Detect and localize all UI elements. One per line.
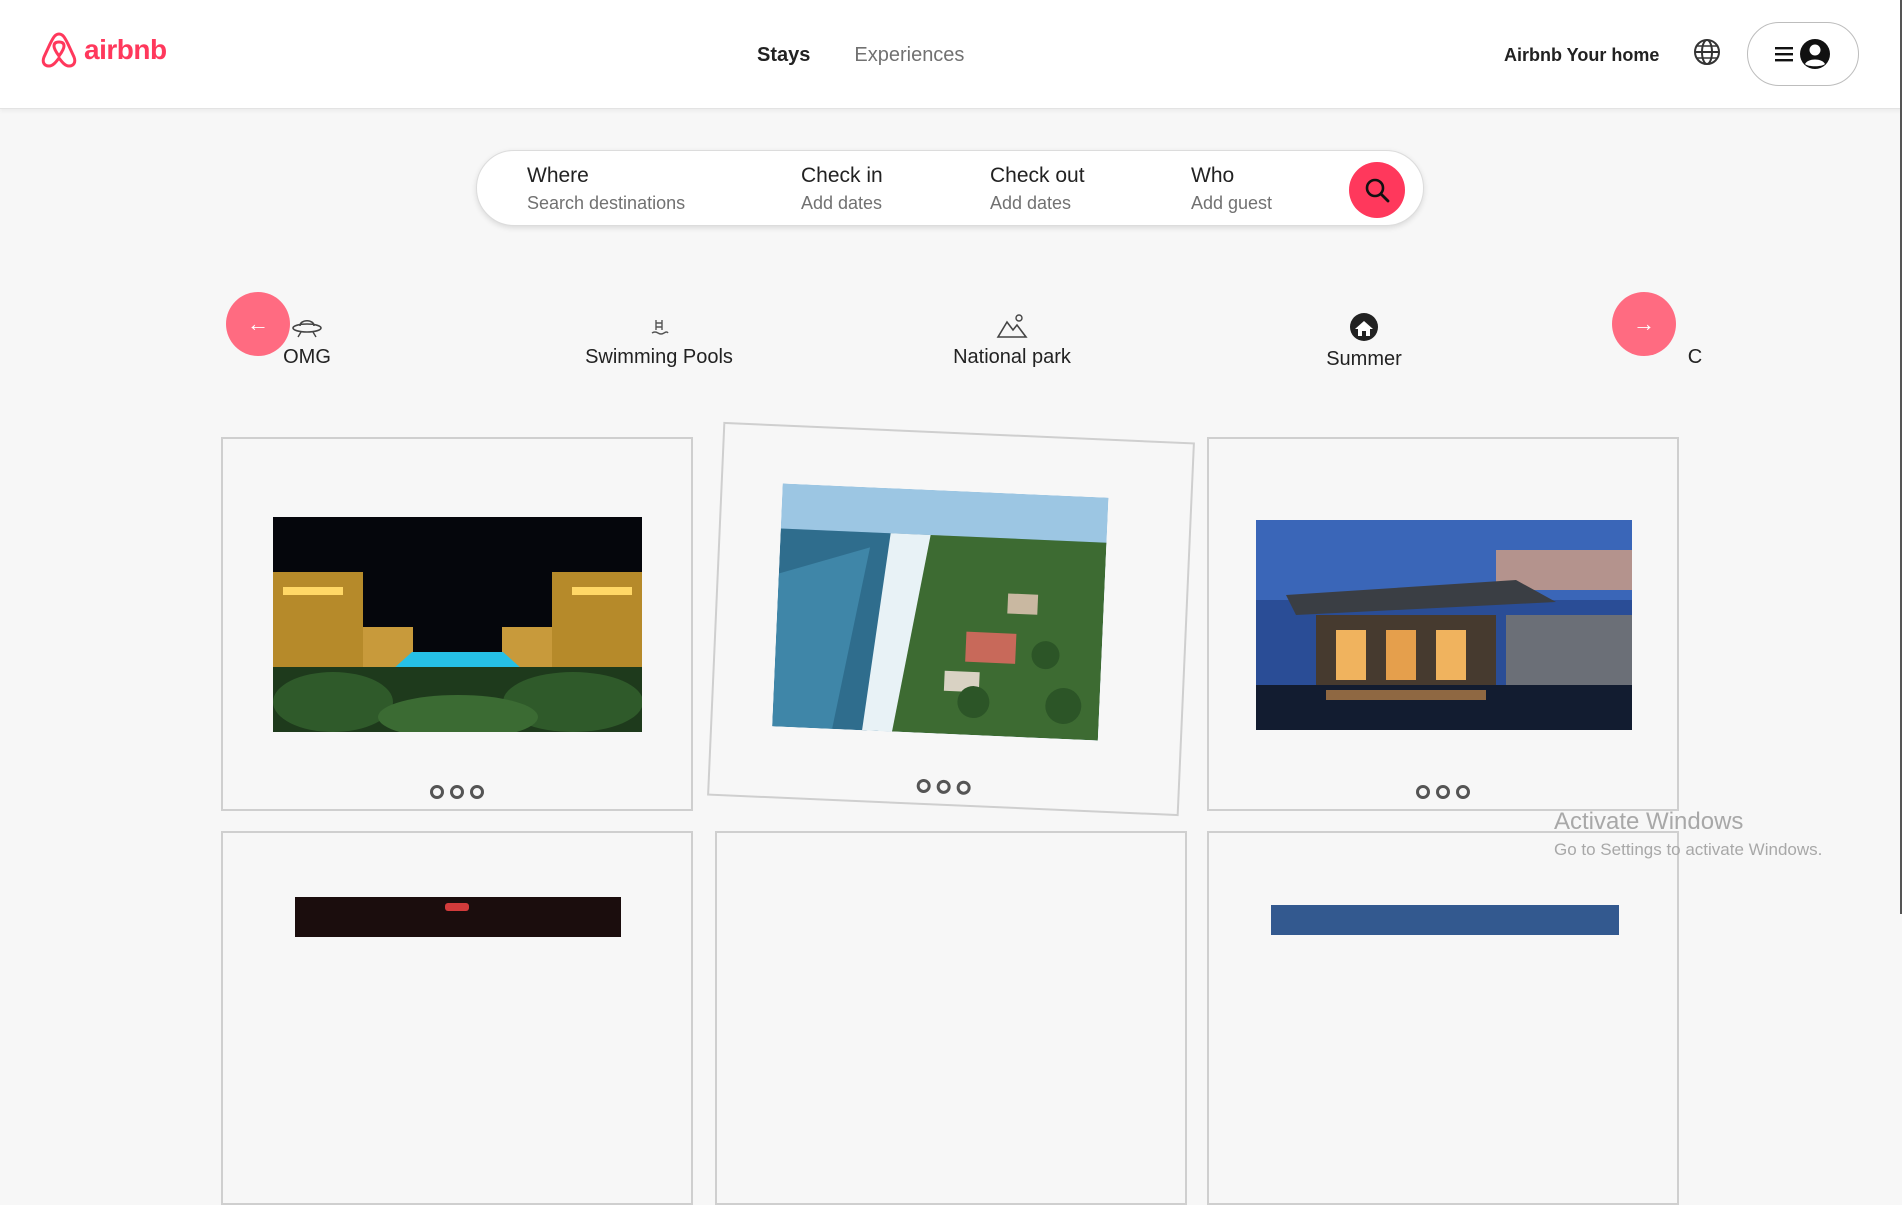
category-label: OMG [283,346,331,368]
carousel-dots [1209,785,1677,799]
category-label: National park [953,346,1071,368]
mountain-icon [996,314,1028,338]
watermark-subtitle: Go to Settings to activate Windows. [1554,840,1823,859]
carousel-dot[interactable] [470,785,484,799]
check-in-label: Check in [801,164,883,187]
listing-card-5[interactable] [715,831,1187,1205]
listing-photo-6[interactable] [1271,905,1619,935]
category-swimming-pools[interactable]: Swimming Pools [569,312,749,369]
carousel-dot[interactable] [1416,785,1430,799]
search-icon [1365,178,1390,203]
listing-card-2[interactable] [707,421,1195,817]
category-partial[interactable]: C [1680,312,1710,369]
search-bar: Where Search destinations Check in Add d… [476,150,1424,226]
where-label: Where [527,164,589,187]
beach-house-icon [1350,313,1378,341]
airbnb-logo-text: airbnb [84,34,167,65]
category-next-button[interactable]: → [1612,292,1676,356]
check-out-field[interactable]: Check out Add dates [990,164,1085,214]
ufo-icon [292,319,322,338]
user-avatar-icon [1800,39,1830,69]
check-out-placeholder: Add dates [990,193,1072,213]
listing-photo-4[interactable] [295,897,621,937]
category-prev-button[interactable]: ← [226,292,290,356]
category-label: Summer [1326,348,1402,370]
who-placeholder: Add guest [1191,193,1273,213]
carousel-dot[interactable] [1436,785,1450,799]
listing-photo-2[interactable] [772,483,1109,741]
nav-tabs: Stays Experiences [757,44,964,67]
category-blank-icon [1680,312,1710,340]
globe-icon[interactable] [1693,38,1721,66]
carousel-dot[interactable] [936,779,951,795]
top-navbar: airbnb Stays Experiences Airbnb Your hom… [0,0,1902,109]
carousel-dots [710,770,1178,804]
who-field[interactable]: Who Add guest [1191,164,1272,214]
listing-card-4[interactable] [221,831,693,1205]
tab-experiences[interactable]: Experiences [854,44,964,67]
carousel-dot[interactable] [1456,785,1470,799]
airbnb-logo[interactable]: airbnb [40,30,167,70]
listing-photo-3[interactable] [1256,520,1632,730]
coastal-resort-aerial-image [772,483,1109,741]
modern-villa-dusk-image [1256,520,1632,730]
check-out-label: Check out [990,164,1085,187]
check-in-placeholder: Add dates [801,193,883,213]
category-label: C [1687,346,1703,368]
category-summer[interactable]: Summer [1312,312,1416,371]
listing-photo-1[interactable] [273,517,642,732]
carousel-dot[interactable] [956,780,971,796]
watermark-title: Activate Windows [1554,808,1744,835]
user-menu-button[interactable] [1747,22,1859,86]
carousel-dot[interactable] [430,785,444,799]
where-field[interactable]: Where Search destinations [527,164,685,214]
category-label: Swimming Pools [585,346,733,368]
search-button[interactable] [1349,162,1405,218]
listing-photo-4-light [445,903,469,911]
listing-card-3[interactable] [1207,437,1679,811]
carousel-dot[interactable] [450,785,464,799]
where-placeholder: Search destinations [527,193,686,213]
listing-card-1[interactable] [221,437,693,811]
hamburger-icon [1775,47,1793,62]
airbnb-logo-icon [41,32,77,68]
palace-pool-night-image [273,517,642,732]
carousel-dot[interactable] [916,778,931,794]
category-national-park[interactable]: National park [930,312,1094,369]
tab-stays[interactable]: Stays [757,44,810,67]
pool-icon [651,320,669,335]
carousel-dots [223,785,691,799]
listing-card-6[interactable] [1207,831,1679,1205]
airbnb-your-home-link[interactable]: Airbnb Your home [1504,45,1659,66]
who-label: Who [1191,164,1235,187]
check-in-field[interactable]: Check in Add dates [801,164,883,214]
activate-windows-watermark: Activate Windows Go to Settings to activ… [1554,808,1822,860]
